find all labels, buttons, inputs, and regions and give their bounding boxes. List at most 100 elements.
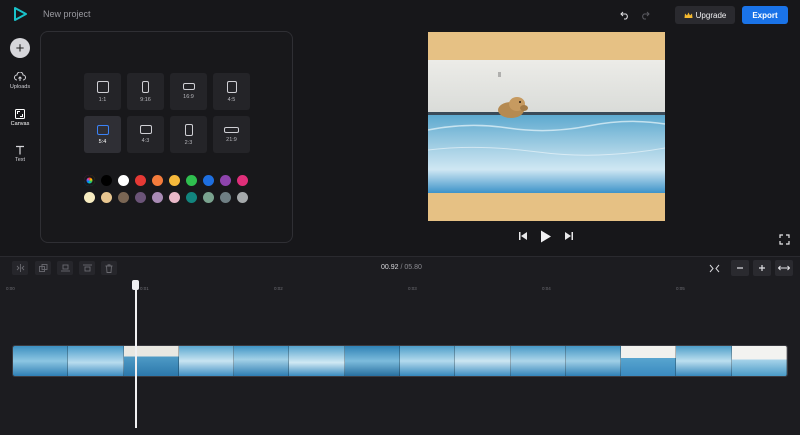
playhead[interactable] <box>135 283 137 428</box>
play-button[interactable] <box>540 230 552 243</box>
color-swatch[interactable] <box>101 175 112 186</box>
video-editor-app: New project Upgrade Export + Uploads Can… <box>0 0 800 435</box>
aspect-ratio-label: 21:9 <box>226 136 237 143</box>
current-time: 00.92 <box>381 264 399 271</box>
color-swatch[interactable] <box>135 192 146 203</box>
clip-thumbnail <box>178 346 235 376</box>
aspect-ratio-2-3[interactable]: 2:3 <box>170 116 207 153</box>
color-swatch[interactable] <box>169 175 180 186</box>
skip-forward-button[interactable] <box>564 231 574 241</box>
delete-button[interactable] <box>101 261 117 275</box>
custom-color-picker[interactable] <box>84 175 95 186</box>
video-preview[interactable] <box>428 32 665 221</box>
redo-button[interactable] <box>638 8 652 22</box>
timecode: 00.92 / 05.80 <box>381 264 422 271</box>
aspect-ratio-label: 1:1 <box>98 96 107 103</box>
fullscreen-icon <box>779 234 790 245</box>
ruler-tick-label: 0:02 <box>274 286 283 291</box>
aspect-ratio-5-4[interactable]: 5:4 <box>84 116 121 153</box>
align-top-button[interactable] <box>79 261 95 275</box>
split-button[interactable] <box>12 261 28 275</box>
aspect-ratio-label: 16:9 <box>183 94 194 100</box>
rail-label-uploads: Uploads <box>9 84 31 90</box>
color-swatch[interactable] <box>135 175 146 186</box>
undo-button[interactable] <box>618 8 632 22</box>
aspect-ratio-shape <box>139 125 152 134</box>
color-swatch[interactable] <box>169 192 180 203</box>
align-bottom-button[interactable] <box>57 261 73 275</box>
canvas-settings-panel: 1:1 9:16 16:9 4:5 5:4 4:3 2:3 21:9 <box>40 31 293 243</box>
video-clip-track[interactable] <box>12 345 788 377</box>
compress-icon <box>709 264 719 272</box>
aspect-ratio-21-9[interactable]: 21:9 <box>213 116 250 153</box>
color-swatch[interactable] <box>84 192 95 203</box>
clip-thumbnail <box>676 346 732 376</box>
zoom-in-button[interactable] <box>753 260 771 276</box>
clip-thumbnail <box>13 346 69 376</box>
fullscreen-button[interactable] <box>779 232 790 245</box>
aspect-ratio-4-5[interactable]: 4:5 <box>213 73 250 110</box>
play-icon <box>541 230 551 243</box>
aspect-ratio-label: 2:3 <box>184 139 193 146</box>
playhead-handle[interactable] <box>132 280 139 290</box>
aspect-ratio-label: 4:3 <box>141 138 150 144</box>
color-swatch[interactable] <box>152 175 163 186</box>
upgrade-button[interactable]: Upgrade <box>675 6 735 24</box>
trash-icon <box>105 263 113 273</box>
rail-item-uploads[interactable]: Uploads <box>0 72 40 90</box>
aspect-ratio-shape <box>182 83 195 90</box>
fit-timeline-button[interactable] <box>705 260 723 276</box>
timeline: 00.92 / 05.80 0:00 0:01 0:02 0:03 0:04 0:05 <box>0 256 800 435</box>
crown-icon <box>684 12 693 18</box>
color-swatch[interactable] <box>118 175 129 186</box>
color-swatch[interactable] <box>203 175 214 186</box>
duplicate-button[interactable] <box>35 261 51 275</box>
skip-back-icon <box>519 232 527 240</box>
video-frame <box>428 60 665 193</box>
clip-thumbnail <box>123 346 179 376</box>
project-title[interactable]: New project <box>43 9 91 19</box>
color-swatch[interactable] <box>186 175 197 186</box>
color-swatch[interactable] <box>186 192 197 203</box>
color-swatch[interactable] <box>220 192 231 203</box>
aspect-ratio-1-1[interactable]: 1:1 <box>84 73 121 110</box>
color-swatch[interactable] <box>118 192 129 203</box>
top-bar: New project Upgrade Export <box>0 0 800 30</box>
aspect-ratio-shape <box>184 123 193 136</box>
duplicate-icon <box>38 264 47 272</box>
color-swatch[interactable] <box>237 175 248 186</box>
color-swatch[interactable] <box>220 175 231 186</box>
plus-icon: + <box>15 39 25 57</box>
rail-label-text: Text <box>14 157 26 163</box>
aspect-ratio-grid: 1:1 9:16 16:9 4:5 5:4 4:3 2:3 21:9 <box>84 73 252 153</box>
add-media-button[interactable]: + <box>10 38 30 58</box>
logo-icon <box>14 7 27 21</box>
color-swatch[interactable] <box>152 192 163 203</box>
color-swatch[interactable] <box>203 192 214 203</box>
plus-icon <box>759 265 765 271</box>
rail-item-text[interactable]: Text <box>0 145 40 163</box>
clip-thumbnail <box>344 346 400 376</box>
color-swatch[interactable] <box>101 192 112 203</box>
ruler-tick-label: 0:01 <box>140 286 149 291</box>
export-button[interactable]: Export <box>742 6 788 24</box>
ruler-tick-label: 0:05 <box>676 286 685 291</box>
ruler-tick-label: 0:00 <box>6 286 15 291</box>
skip-back-button[interactable] <box>518 231 528 241</box>
rail-item-canvas[interactable]: Canvas <box>0 109 40 127</box>
clip-thumbnail <box>731 346 787 376</box>
left-rail: + Uploads Canvas Text <box>0 30 40 256</box>
canvas-icon <box>15 109 25 119</box>
timeline-ruler[interactable]: 0:00 0:01 0:02 0:03 0:04 0:05 <box>0 281 800 295</box>
aspect-ratio-9-16[interactable]: 9:16 <box>127 73 164 110</box>
align-bottom-icon <box>60 264 70 272</box>
expand-timeline-button[interactable] <box>775 260 793 276</box>
aspect-ratio-16-9[interactable]: 16:9 <box>170 73 207 110</box>
aspect-ratio-shape <box>142 80 149 93</box>
color-swatch[interactable] <box>237 192 248 203</box>
aspect-ratio-4-3[interactable]: 4:3 <box>127 116 164 153</box>
zoom-out-button[interactable] <box>731 260 749 276</box>
timeline-toolbar: 00.92 / 05.80 <box>0 257 800 279</box>
clip-thumbnail <box>455 346 511 376</box>
redo-icon <box>642 11 650 20</box>
